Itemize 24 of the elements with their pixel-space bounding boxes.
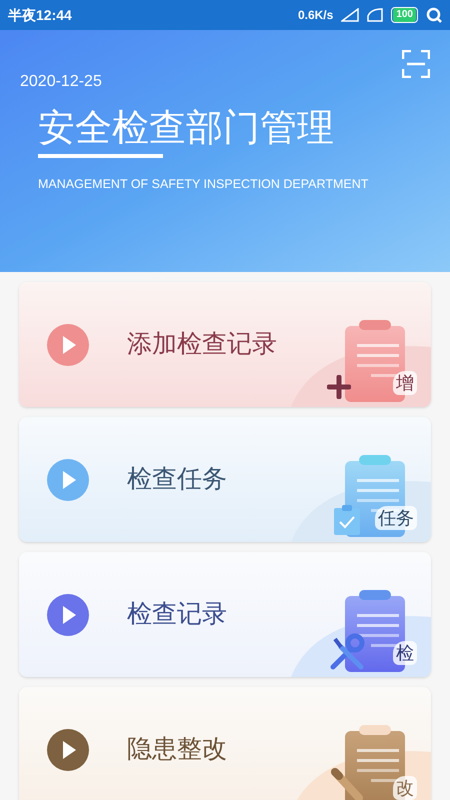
card-title: 隐患整改 xyxy=(127,734,227,766)
menu-card[interactable]: 检查记录 检 xyxy=(19,552,431,677)
signal-icon xyxy=(341,8,360,22)
badge-label: 任务 xyxy=(375,506,417,530)
badge-label: 改 xyxy=(393,776,417,800)
card-title: 检查记录 xyxy=(127,599,227,630)
search-icon[interactable] xyxy=(426,7,442,23)
header-subtitle: MANAGEMENT OF SAFETY INSPECTION DEPARTMENT xyxy=(38,176,370,192)
status-time: 半夜12:44 xyxy=(8,6,72,24)
wifi-icon xyxy=(367,8,384,22)
network-speed: 0.6K/s xyxy=(298,7,334,24)
battery-indicator: 100 xyxy=(391,7,418,23)
menu-card[interactable]: 隐患整改 改 xyxy=(19,687,431,800)
card-title: 检查任务 xyxy=(127,464,227,496)
clipboard-check-icon xyxy=(333,504,361,536)
badge-label: 增 xyxy=(393,371,417,395)
menu-card[interactable]: 添加检查记录 增 xyxy=(19,282,431,407)
badge-label: 检 xyxy=(393,641,417,665)
scan-icon[interactable] xyxy=(402,50,430,78)
card-title: 添加检查记录 xyxy=(127,329,277,360)
menu-card[interactable]: 检查任务 任务 xyxy=(19,417,431,542)
plus-icon xyxy=(327,375,351,399)
header-date: 2020-12-25 xyxy=(20,72,103,92)
header-title: 安全检查部门管理 xyxy=(38,106,335,150)
